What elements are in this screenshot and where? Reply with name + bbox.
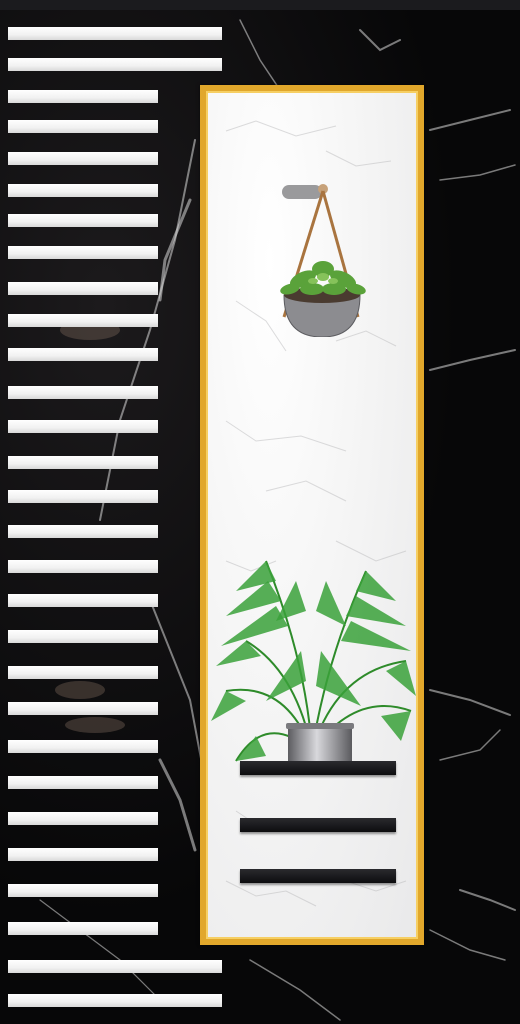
stripe xyxy=(8,560,158,573)
stripe xyxy=(8,666,158,679)
stripe xyxy=(8,594,158,607)
stripe xyxy=(8,348,158,361)
shelf xyxy=(240,761,396,775)
stripe xyxy=(8,246,158,259)
stripe xyxy=(8,456,158,469)
shelf xyxy=(240,818,396,832)
stripe xyxy=(8,120,158,133)
gold-frame-panel xyxy=(200,85,424,945)
stripe xyxy=(8,314,158,327)
decor-canvas xyxy=(0,0,520,1024)
stripe xyxy=(8,214,158,227)
stripe xyxy=(8,420,158,433)
shelf xyxy=(240,869,396,883)
stripe xyxy=(8,848,158,861)
stripe xyxy=(8,58,222,71)
stripe xyxy=(8,812,158,825)
stripe xyxy=(8,994,222,1007)
stripe xyxy=(8,630,158,643)
stripe xyxy=(8,27,222,40)
stripe xyxy=(8,490,158,503)
stripe xyxy=(8,184,158,197)
stripe xyxy=(8,386,158,399)
stripe xyxy=(8,525,158,538)
stripe xyxy=(8,152,158,165)
stripe xyxy=(8,702,158,715)
stripe xyxy=(8,922,158,935)
stripe xyxy=(8,884,158,897)
stripe xyxy=(8,740,158,753)
stripe xyxy=(8,960,222,973)
stripe xyxy=(8,776,158,789)
stripe xyxy=(8,282,158,295)
hanging-planter-icon xyxy=(280,184,366,337)
stripe xyxy=(8,90,158,103)
